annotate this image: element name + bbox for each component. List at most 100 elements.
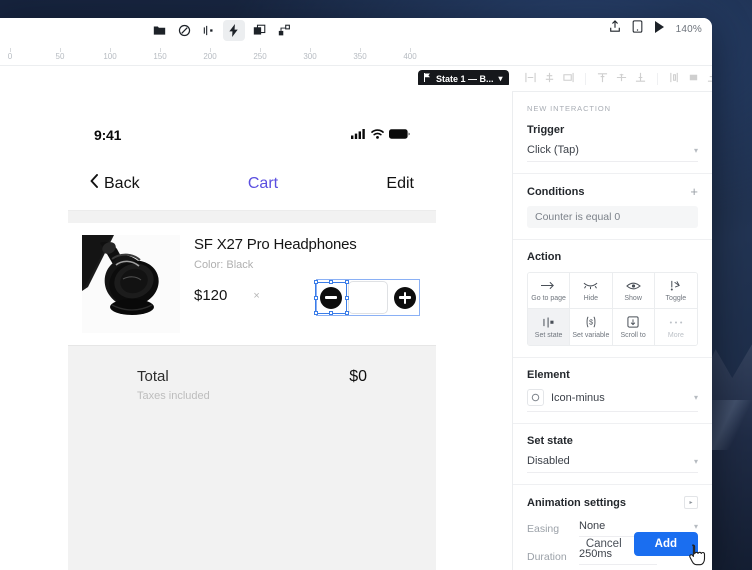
- chevron-down-icon: ▾: [693, 456, 698, 466]
- align-top-icon[interactable]: [597, 70, 608, 88]
- distribute-divider: [656, 72, 658, 85]
- product-image: [82, 235, 180, 333]
- align-left-icon[interactable]: [524, 70, 536, 88]
- folder-icon[interactable]: [148, 20, 170, 41]
- device-preview-icon[interactable]: [632, 20, 643, 38]
- ruler-tick-label: 400: [403, 52, 417, 61]
- action-cell-label: Toggle: [665, 295, 687, 302]
- status-time: 9:41: [94, 127, 122, 143]
- nav-title: Cart: [247, 174, 279, 192]
- ruler-tick-label: 100: [103, 52, 117, 61]
- design-app-window: 140% 0 50 100 150 200 250 300 350 400 State 1 — …: [0, 18, 712, 570]
- toggle-icon: [669, 279, 682, 292]
- action-cell-show[interactable]: Show: [612, 273, 655, 309]
- product-name: SF X27 Pro Headphones: [194, 236, 357, 253]
- trigger-section: Trigger Click (Tap) ▾: [513, 113, 712, 174]
- nav-back-button[interactable]: Back: [90, 174, 140, 193]
- eye-icon: [625, 279, 641, 292]
- action-cell-set-variable[interactable]: $ Set variable: [570, 309, 613, 345]
- add-condition-button[interactable]: +: [690, 185, 698, 198]
- horizontal-ruler[interactable]: 0 50 100 150 200 250 300 350 400: [0, 48, 712, 66]
- inspector-footer: Cancel Add: [513, 518, 712, 570]
- action-cell-toggle[interactable]: Toggle: [654, 273, 697, 309]
- cellular-icon: [351, 126, 366, 144]
- product-details: SF X27 Pro Headphones Color: Black $120 …: [180, 235, 422, 316]
- distribute-horizontal-icon[interactable]: [669, 70, 680, 88]
- component-icon: [527, 389, 544, 406]
- wifi-icon: [371, 126, 384, 144]
- conditions-label: Conditions: [527, 185, 585, 198]
- action-cell-label: Set state: [534, 331, 563, 339]
- quantity-input[interactable]: [348, 281, 388, 314]
- components-icon[interactable]: [173, 20, 195, 41]
- element-label: Element: [527, 369, 570, 381]
- set-state-label: Set state: [527, 435, 573, 447]
- variants-icon[interactable]: [273, 20, 295, 41]
- condition-item[interactable]: Counter is equal 0: [527, 206, 698, 228]
- play-icon[interactable]: [654, 20, 665, 38]
- trigger-select[interactable]: Click (Tap) ▾: [527, 144, 698, 162]
- selection-outline: [313, 280, 349, 315]
- align-right-icon[interactable]: [562, 70, 574, 88]
- nav-edit-button[interactable]: Edit: [386, 175, 414, 193]
- ellipsis-icon: [669, 316, 683, 329]
- chevron-down-icon: ▾: [498, 74, 503, 83]
- total-label: Total: [137, 368, 169, 385]
- distribute-spacing-icon[interactable]: [707, 70, 712, 88]
- status-icon-group: [351, 126, 410, 144]
- action-cell-label: Hide: [583, 295, 599, 302]
- ruler-tick-label: 300: [303, 52, 317, 61]
- add-button[interactable]: Add: [633, 532, 698, 556]
- action-type-grid: Go to page Hide Show Toggle Set state $ Set va…: [527, 272, 698, 346]
- action-cell-hide[interactable]: Hide: [570, 273, 613, 309]
- phone-status-bar: 9:41: [68, 113, 436, 157]
- toolbar-tool-group: [148, 20, 295, 41]
- cart-totals: Total Taxes included $0: [68, 346, 436, 402]
- align-center-horizontal-icon[interactable]: [544, 70, 555, 88]
- set-state-value: Disabled: [527, 455, 570, 467]
- share-icon[interactable]: [609, 20, 621, 38]
- total-amount: $0: [349, 368, 367, 385]
- ruler-tick-label: 200: [203, 52, 217, 61]
- action-cell-scroll-to[interactable]: Scroll to: [612, 309, 655, 345]
- design-canvas[interactable]: 9:41 Back Cart Edit SF X27 Pro Headphone…: [0, 85, 512, 570]
- state-chip-label: State 1 — B...: [436, 73, 494, 84]
- align-bottom-icon[interactable]: [635, 70, 646, 88]
- action-cell-label: Set variable: [572, 331, 610, 339]
- element-select[interactable]: Icon-minus ▾: [527, 389, 698, 412]
- eye-closed-icon: [583, 279, 598, 292]
- chevron-left-icon: [90, 174, 98, 193]
- states-icon[interactable]: [198, 20, 220, 41]
- layers-icon[interactable]: [248, 20, 270, 41]
- quantity-stepper[interactable]: [313, 279, 420, 316]
- chevron-down-icon: ▾: [693, 393, 698, 402]
- animation-expand-button[interactable]: ▸: [684, 496, 698, 509]
- action-cell-label: More: [667, 331, 684, 339]
- ruler-tick-label: 150: [153, 52, 167, 61]
- action-cell-go-to-page[interactable]: Go to page: [528, 273, 571, 309]
- set-state-icon: [542, 316, 556, 329]
- multiply-symbol: ×: [253, 289, 260, 302]
- cart-product-row[interactable]: SF X27 Pro Headphones Color: Black $120 …: [68, 223, 436, 345]
- zoom-level[interactable]: 140%: [676, 24, 702, 35]
- icon-plus[interactable]: [394, 286, 416, 309]
- set-state-select[interactable]: Disabled ▾: [527, 455, 698, 473]
- action-section: Action Go to page Hide Show Toggle Set state…: [513, 240, 712, 358]
- top-toolbar: 140%: [0, 18, 712, 48]
- ruler-tick-label: 0: [7, 52, 13, 61]
- nav-back-label: Back: [104, 174, 140, 192]
- interactions-icon[interactable]: [223, 20, 245, 41]
- animation-label: Animation settings: [527, 496, 627, 509]
- chevron-down-icon: ▾: [693, 145, 698, 155]
- ruler-tick-label: 250: [253, 52, 267, 61]
- action-cell-more[interactable]: More: [654, 309, 697, 345]
- svg-text:$: $: [589, 319, 593, 326]
- action-cell-set-state[interactable]: Set state: [528, 309, 571, 345]
- cancel-button[interactable]: Cancel: [586, 538, 622, 550]
- variable-icon: $: [584, 316, 598, 329]
- action-cell-label: Go to page: [531, 295, 566, 302]
- inspector-eyebrow: NEW INTERACTION: [527, 104, 611, 113]
- phone-artboard[interactable]: 9:41 Back Cart Edit SF X27 Pro Headphone…: [68, 113, 436, 570]
- distribute-vertical-icon[interactable]: [688, 70, 699, 88]
- align-middle-icon[interactable]: [616, 70, 627, 88]
